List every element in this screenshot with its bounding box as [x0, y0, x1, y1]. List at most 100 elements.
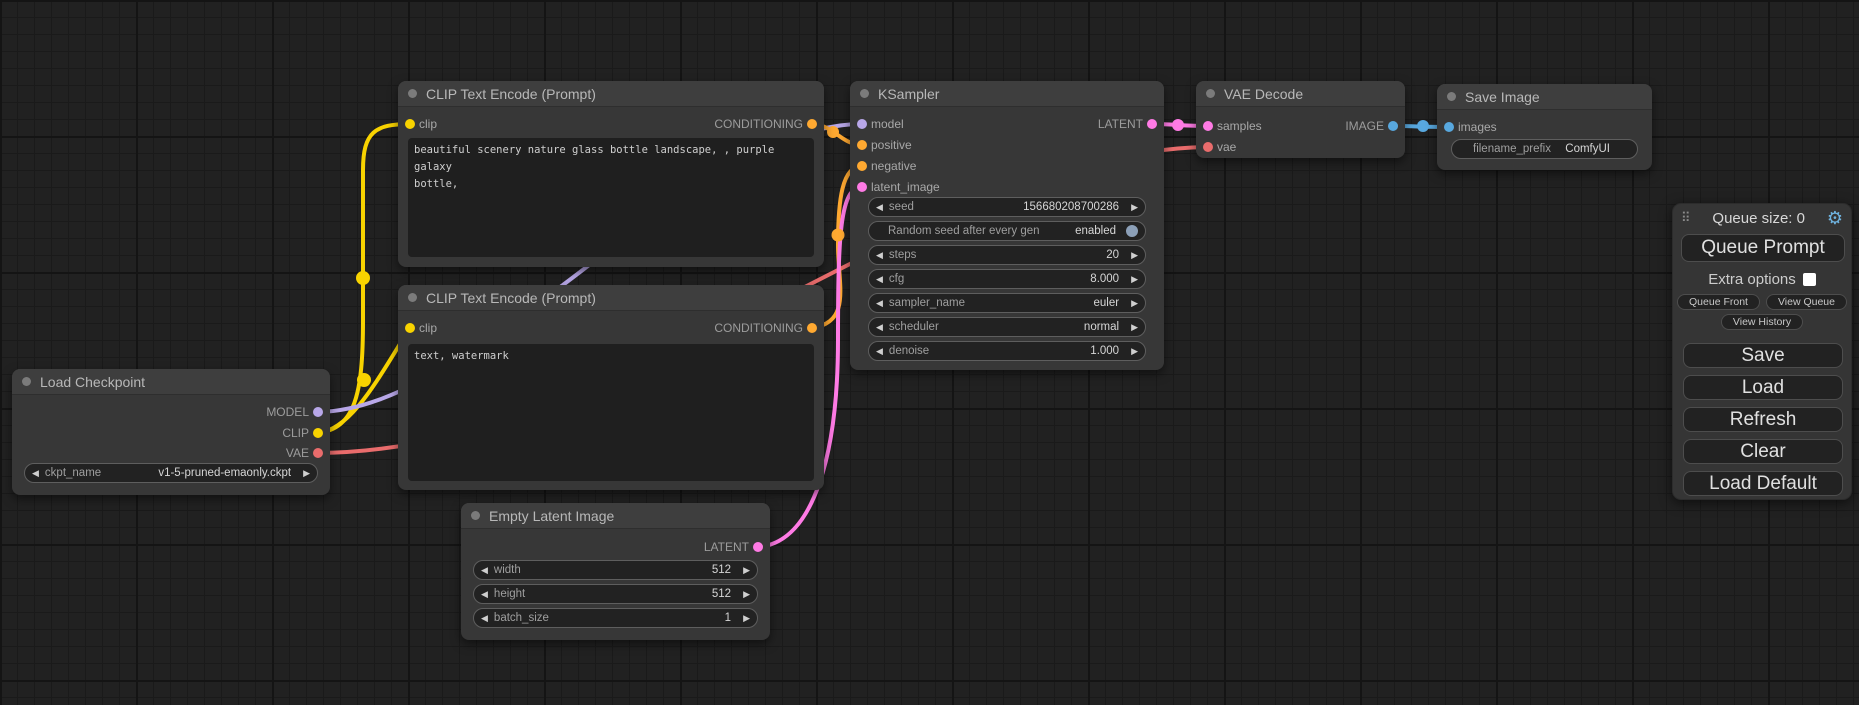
- decrement-arrow-icon[interactable]: ◀: [481, 590, 488, 599]
- decrement-arrow-icon[interactable]: ◀: [876, 251, 883, 260]
- widget-seed[interactable]: ◀ seed 156680208700286 ▶: [868, 197, 1146, 217]
- input-slot-images: images: [1437, 119, 1497, 135]
- drag-handle-icon[interactable]: ⠿: [1681, 210, 1691, 226]
- input-dot-vae[interactable]: [1203, 142, 1213, 152]
- node-title: VAE Decode: [1224, 86, 1303, 102]
- input-slot-model: model: [850, 116, 904, 132]
- widget-denoise[interactable]: ◀ denoise 1.000 ▶: [868, 341, 1146, 361]
- node-empty-latent-image[interactable]: Empty Latent Image LATENT ◀ width 512 ▶ …: [461, 503, 770, 640]
- output-dot-vae[interactable]: [313, 448, 323, 458]
- node-title: Save Image: [1465, 89, 1540, 105]
- output-dot-conditioning[interactable]: [807, 323, 817, 333]
- widget-batch-size[interactable]: ◀ batch_size 1 ▶: [473, 608, 758, 628]
- collapse-dot[interactable]: [408, 89, 417, 98]
- decrement-arrow-icon[interactable]: ◀: [32, 469, 39, 478]
- output-dot-model[interactable]: [313, 407, 323, 417]
- collapse-dot[interactable]: [860, 89, 869, 98]
- collapse-dot[interactable]: [1206, 89, 1215, 98]
- increment-arrow-icon[interactable]: ▶: [743, 566, 750, 575]
- node-title: CLIP Text Encode (Prompt): [426, 290, 596, 306]
- input-slot-negative: negative: [850, 158, 916, 174]
- decrement-arrow-icon[interactable]: ◀: [876, 347, 883, 356]
- widget-cfg[interactable]: ◀ cfg 8.000 ▶: [868, 269, 1146, 289]
- link-midpoint-dot: [827, 126, 839, 138]
- view-history-button[interactable]: View History: [1721, 314, 1803, 330]
- increment-arrow-icon[interactable]: ▶: [1131, 275, 1138, 284]
- node-load-checkpoint[interactable]: Load Checkpoint MODEL CLIP VAE ◀ ckpt_na…: [12, 369, 330, 495]
- settings-gear-icon[interactable]: ⚙: [1827, 209, 1843, 227]
- load-button[interactable]: Load: [1683, 375, 1843, 400]
- increment-arrow-icon[interactable]: ▶: [303, 469, 310, 478]
- output-dot-conditioning[interactable]: [807, 119, 817, 129]
- widget-filename-prefix[interactable]: filename_prefix ComfyUI: [1451, 139, 1638, 159]
- node-save-image[interactable]: Save Image images filename_prefix ComfyU…: [1437, 84, 1652, 170]
- output-dot-image[interactable]: [1388, 121, 1398, 131]
- widget-height[interactable]: ◀ height 512 ▶: [473, 584, 758, 604]
- collapse-dot[interactable]: [1447, 92, 1456, 101]
- refresh-button[interactable]: Refresh: [1683, 407, 1843, 432]
- increment-arrow-icon[interactable]: ▶: [1131, 347, 1138, 356]
- comfy-menu-panel: ⠿ Queue size: 0 ⚙ Queue Prompt Extra opt…: [1672, 203, 1852, 500]
- output-slot-conditioning: CONDITIONING: [714, 116, 824, 132]
- output-slot-image: IMAGE: [1345, 118, 1405, 134]
- node-title: CLIP Text Encode (Prompt): [426, 86, 596, 102]
- prompt-textarea[interactable]: text, watermark: [408, 344, 814, 481]
- node-clip-text-encode-negative[interactable]: CLIP Text Encode (Prompt) clip CONDITION…: [398, 285, 824, 490]
- prompt-textarea[interactable]: beautiful scenery nature glass bottle la…: [408, 138, 814, 257]
- link-midpoint-dot: [357, 373, 371, 387]
- widget-scheduler[interactable]: ◀ scheduler normal ▶: [868, 317, 1146, 337]
- queue-prompt-button[interactable]: Queue Prompt: [1681, 234, 1845, 262]
- widget-sampler-name[interactable]: ◀ sampler_name euler ▶: [868, 293, 1146, 313]
- node-title: Empty Latent Image: [489, 508, 614, 524]
- input-dot-clip[interactable]: [405, 323, 415, 333]
- widget-steps[interactable]: ◀ steps 20 ▶: [868, 245, 1146, 265]
- input-dot-latent-image[interactable]: [857, 182, 867, 192]
- collapse-dot[interactable]: [408, 293, 417, 302]
- input-slot-clip: clip: [398, 116, 437, 132]
- extra-options-checkbox[interactable]: [1803, 273, 1816, 286]
- input-dot-negative[interactable]: [857, 161, 867, 171]
- input-dot-model[interactable]: [857, 119, 867, 129]
- load-default-button[interactable]: Load Default: [1683, 471, 1843, 496]
- decrement-arrow-icon[interactable]: ◀: [876, 323, 883, 332]
- increment-arrow-icon[interactable]: ▶: [1131, 299, 1138, 308]
- view-queue-button[interactable]: View Queue: [1766, 294, 1847, 310]
- output-slot-conditioning: CONDITIONING: [714, 320, 824, 336]
- input-dot-samples[interactable]: [1203, 121, 1213, 131]
- increment-arrow-icon[interactable]: ▶: [743, 614, 750, 623]
- widget-width[interactable]: ◀ width 512 ▶: [473, 560, 758, 580]
- increment-arrow-icon[interactable]: ▶: [743, 590, 750, 599]
- decrement-arrow-icon[interactable]: ◀: [876, 203, 883, 212]
- node-title: Load Checkpoint: [40, 374, 145, 390]
- decrement-arrow-icon[interactable]: ◀: [876, 299, 883, 308]
- decrement-arrow-icon[interactable]: ◀: [481, 566, 488, 575]
- output-slot-latent: LATENT: [1098, 116, 1164, 132]
- increment-arrow-icon[interactable]: ▶: [1131, 203, 1138, 212]
- queue-front-button[interactable]: Queue Front: [1677, 294, 1760, 310]
- toggle-knob[interactable]: [1126, 225, 1138, 237]
- input-slot-vae: vae: [1196, 139, 1236, 155]
- increment-arrow-icon[interactable]: ▶: [1131, 251, 1138, 260]
- decrement-arrow-icon[interactable]: ◀: [481, 614, 488, 623]
- widget-random-seed-toggle[interactable]: Random seed after every gen enabled: [868, 221, 1146, 241]
- increment-arrow-icon[interactable]: ▶: [1131, 323, 1138, 332]
- widget-ckpt-name[interactable]: ◀ ckpt_name v1-5-pruned-emaonly.ckpt ▶: [24, 463, 318, 483]
- collapse-dot[interactable]: [471, 511, 480, 520]
- output-dot-latent[interactable]: [1147, 119, 1157, 129]
- node-ksampler[interactable]: KSampler model LATENT positive negative …: [850, 81, 1164, 370]
- collapse-dot[interactable]: [22, 377, 31, 386]
- decrement-arrow-icon[interactable]: ◀: [876, 275, 883, 284]
- node-vae-decode[interactable]: VAE Decode samples IMAGE vae: [1196, 81, 1405, 158]
- queue-size-label: Queue size: 0: [1691, 210, 1827, 227]
- output-dot-latent[interactable]: [753, 542, 763, 552]
- node-clip-text-encode-positive[interactable]: CLIP Text Encode (Prompt) clip CONDITION…: [398, 81, 824, 267]
- input-dot-positive[interactable]: [857, 140, 867, 150]
- output-dot-clip[interactable]: [313, 428, 323, 438]
- input-dot-images[interactable]: [1444, 122, 1454, 132]
- output-slot-vae: VAE: [286, 445, 330, 461]
- extra-options-label: Extra options: [1708, 271, 1796, 288]
- clear-button[interactable]: Clear: [1683, 439, 1843, 464]
- output-slot-clip: CLIP: [282, 425, 330, 441]
- save-button[interactable]: Save: [1683, 343, 1843, 368]
- input-dot-clip[interactable]: [405, 119, 415, 129]
